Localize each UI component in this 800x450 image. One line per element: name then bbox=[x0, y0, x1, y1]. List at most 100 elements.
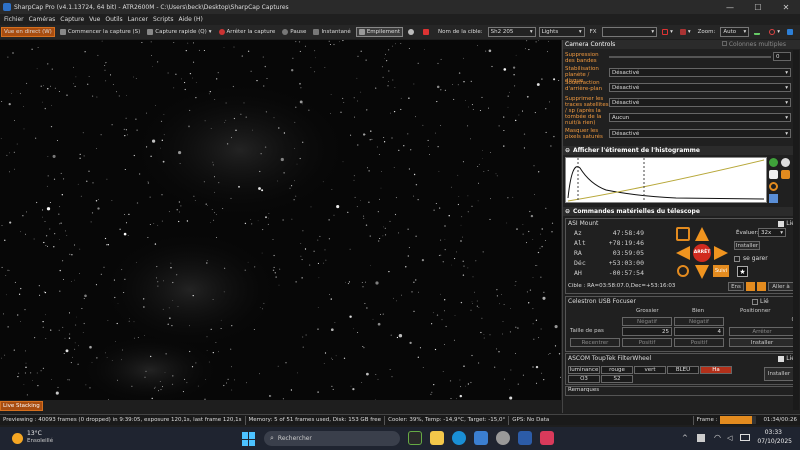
weather-text[interactable]: Ensoleillé bbox=[27, 438, 53, 444]
folder-icon[interactable] bbox=[430, 431, 444, 445]
maximize-icon[interactable]: ☐ bbox=[744, 3, 772, 12]
stop-capture-button[interactable]: Arrêter la capture bbox=[217, 27, 278, 37]
frame-type-select[interactable]: Lights ▾ bbox=[538, 27, 585, 37]
settings-button[interactable] bbox=[406, 27, 418, 37]
park-toggle[interactable]: se garer bbox=[734, 255, 768, 262]
lightning-icon[interactable] bbox=[769, 170, 778, 179]
arrow-down-icon[interactable] bbox=[695, 265, 709, 279]
contrast-icon[interactable] bbox=[781, 158, 790, 167]
saturated-select[interactable]: Désactivé ▾ bbox=[609, 129, 791, 138]
filter-luminance[interactable]: luminance bbox=[568, 366, 600, 374]
histogram-tool-button[interactable] bbox=[752, 27, 764, 37]
tracking-button[interactable]: Suivi bbox=[713, 265, 729, 277]
target-crosshair-icon[interactable] bbox=[677, 265, 689, 277]
menu-launch[interactable]: Lancer bbox=[128, 16, 148, 23]
search-box[interactable]: ⌕ Rechercher bbox=[264, 431, 400, 446]
coarse-step-input[interactable]: 25 bbox=[622, 327, 672, 336]
app-icon-blue[interactable] bbox=[518, 431, 532, 445]
sync-button[interactable]: Ens bbox=[728, 282, 744, 291]
edge-icon[interactable] bbox=[452, 431, 466, 445]
histogram-chart[interactable] bbox=[565, 157, 767, 203]
filter-green[interactable]: vert bbox=[634, 366, 666, 374]
pause-button[interactable]: Pause bbox=[280, 27, 308, 37]
start-capture-button[interactable]: Commencer la capture (S) bbox=[58, 27, 142, 37]
filter-ha[interactable]: Ha bbox=[700, 366, 732, 374]
live-view-button[interactable]: Vue en direct (W) bbox=[1, 27, 55, 37]
coarse-positive-button[interactable]: Positif bbox=[622, 338, 672, 347]
lock-icon[interactable] bbox=[781, 170, 790, 179]
windows-start-icon[interactable] bbox=[242, 432, 256, 446]
filter-o3[interactable]: O3 bbox=[568, 375, 600, 383]
fine-negative-button[interactable]: Négatif bbox=[674, 317, 724, 326]
arrow-down-orange-icon[interactable] bbox=[746, 282, 755, 291]
filter-blue[interactable]: BLEU bbox=[667, 366, 699, 374]
snapshot-button[interactable]: Instantané bbox=[311, 27, 352, 37]
filter-red[interactable]: rouge bbox=[601, 366, 633, 374]
goto-button[interactable]: Aller à bbox=[768, 282, 794, 291]
reticle-button[interactable]: ▾ bbox=[660, 27, 675, 37]
menu-cameras[interactable]: Caméras bbox=[29, 16, 56, 23]
menu-scripts[interactable]: Scripts bbox=[153, 16, 174, 23]
menu-file[interactable]: Fichier bbox=[4, 16, 24, 23]
wifi-icon[interactable]: ◠ bbox=[714, 433, 721, 442]
info-icon[interactable] bbox=[769, 158, 778, 167]
bg-subtract-select[interactable]: Désactivé ▾ bbox=[609, 83, 791, 92]
banding-value[interactable]: 0 bbox=[773, 52, 791, 61]
stop-button[interactable]: ARRÊT bbox=[693, 244, 711, 262]
save-icon[interactable] bbox=[769, 194, 778, 203]
stabilize-select[interactable]: Désactivé ▾ bbox=[609, 68, 791, 77]
fine-step-input[interactable]: 4 bbox=[674, 327, 724, 336]
remarks-field[interactable]: Remarques bbox=[565, 386, 799, 396]
banding-slider[interactable] bbox=[609, 56, 771, 58]
speaker-icon[interactable]: ◁ bbox=[727, 434, 732, 442]
app-icon-chrome[interactable] bbox=[408, 431, 422, 445]
sharpcap-taskbar-icon[interactable] bbox=[496, 431, 510, 445]
quick-capture-button[interactable]: Capture rapide (Q) ▾ bbox=[145, 27, 213, 37]
menu-help[interactable]: Aide (H) bbox=[179, 16, 203, 23]
flip-button[interactable]: ▾ bbox=[678, 27, 693, 37]
app-icon-red[interactable] bbox=[540, 431, 554, 445]
reset-icon[interactable] bbox=[769, 182, 778, 191]
collapse-icon[interactable]: ⊖ bbox=[565, 147, 570, 154]
arrow-left-icon[interactable] bbox=[676, 246, 690, 260]
spiral-search-icon[interactable] bbox=[676, 227, 690, 241]
keyboard-icon[interactable] bbox=[697, 434, 705, 442]
fine-positive-button[interactable]: Positif bbox=[674, 338, 724, 347]
filterwheel-install-button[interactable]: Installer bbox=[764, 367, 794, 381]
store-icon[interactable] bbox=[474, 431, 488, 445]
menu-view[interactable]: Vue bbox=[89, 16, 100, 23]
minimize-icon[interactable]: — bbox=[716, 3, 744, 12]
arrow-right-icon[interactable] bbox=[714, 246, 728, 260]
sun-icon[interactable] bbox=[12, 433, 23, 444]
rate-select[interactable]: 32x ▾ bbox=[758, 228, 786, 237]
arrow-up-icon[interactable] bbox=[695, 227, 709, 241]
satellite-mode-select[interactable]: Aucun ▾ bbox=[609, 113, 791, 122]
rocket-tool-button[interactable] bbox=[785, 27, 797, 37]
recenter-button[interactable]: Recentrer bbox=[570, 338, 620, 347]
clock-time[interactable]: 03:33 bbox=[746, 429, 782, 436]
stacking-button[interactable]: Empilement bbox=[355, 27, 403, 37]
focuser-install-button[interactable]: Installer bbox=[729, 338, 795, 347]
collapse-icon[interactable]: ⊖ bbox=[565, 208, 570, 215]
satellite-select[interactable]: Désactivé ▾ bbox=[609, 98, 791, 107]
star-icon[interactable]: ★ bbox=[737, 266, 748, 277]
live-image-view[interactable] bbox=[0, 40, 561, 400]
chevron-up-icon[interactable]: ^ bbox=[682, 434, 688, 442]
panel-scrollbar[interactable] bbox=[793, 50, 799, 410]
coarse-negative-button[interactable]: Négatif bbox=[622, 317, 672, 326]
target-name-select[interactable]: Sh2 205 ▾ bbox=[487, 27, 536, 37]
fx-select[interactable]: ▾ bbox=[601, 27, 658, 37]
menu-tools[interactable]: Outils bbox=[105, 16, 122, 23]
close-icon[interactable]: ✕ bbox=[772, 3, 800, 12]
target-tool-button[interactable]: ▾ bbox=[767, 27, 782, 37]
clock-date[interactable]: 07/10/2025 bbox=[744, 438, 792, 445]
live-stacking-button[interactable]: Live Stacking bbox=[0, 401, 43, 411]
filter-s2[interactable]: S2 bbox=[601, 375, 633, 383]
menu-capture[interactable]: Capture bbox=[60, 16, 84, 23]
focuser-stop-button[interactable]: Arrêter bbox=[729, 327, 795, 336]
mount-install-button[interactable]: Installer bbox=[734, 241, 760, 250]
weather-temp[interactable]: 13°C bbox=[27, 430, 42, 437]
zoom-select[interactable]: Auto ▾ bbox=[720, 27, 750, 37]
focuser-linked[interactable]: Lié bbox=[752, 298, 769, 305]
arrow-right-orange-icon[interactable] bbox=[757, 282, 766, 291]
